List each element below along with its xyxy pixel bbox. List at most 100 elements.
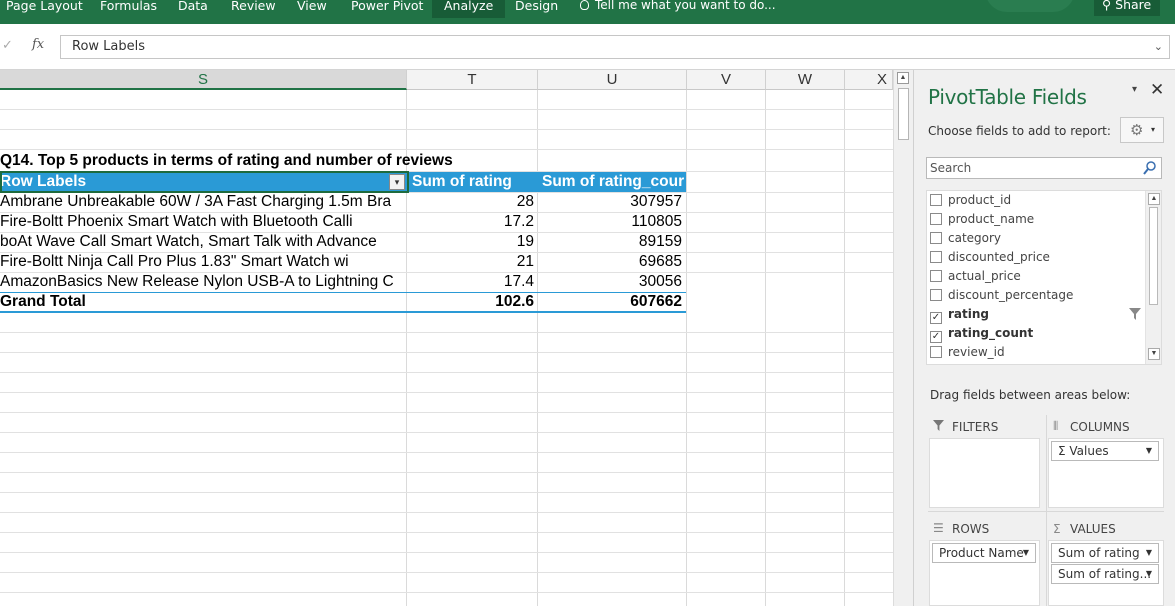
close-icon[interactable]: ✕ [1150,80,1164,100]
field-item-rating[interactable]: ✓ rating [930,305,989,324]
checkbox-checked[interactable]: ✓ [930,312,942,324]
tab-data[interactable]: Data [178,0,208,18]
row-divider [0,412,893,413]
field-item-discount-percentage[interactable]: discount_percentage [930,286,1073,304]
share-label: Share [1115,0,1152,12]
grand-total-label[interactable]: Grand Total [0,292,400,312]
vertical-scrollbar[interactable]: ▲ [893,70,913,606]
pivot-row-count[interactable]: 30056 [539,272,682,292]
share-button[interactable]: ⚲ Share [1094,0,1160,16]
field-label: product_id [948,193,1012,207]
field-item-category[interactable]: category [930,229,1001,247]
field-list-scrollbar[interactable]: ▲ ▼ [1145,191,1161,364]
pane-options-icon[interactable]: ▾ [1132,84,1137,95]
pivot-row-count[interactable]: 110805 [539,212,682,232]
lightbulb-icon [580,0,589,10]
rows-area-label: ROWS [952,522,990,536]
tell-me-box[interactable]: Tell me what you want to do... [580,0,776,11]
area-divider [1046,415,1047,606]
formula-input[interactable]: Row Labels ⌄ [60,35,1170,59]
checkbox[interactable] [930,346,942,358]
checkbox[interactable] [930,251,942,263]
field-item-product-name[interactable]: product_name [930,210,1034,228]
pane-title: PivotTable Fields [928,85,1087,109]
scroll-down-icon[interactable]: ▼ [1148,348,1160,360]
tab-review[interactable]: Review [231,0,276,18]
chevron-down-icon[interactable]: ▼ [1146,565,1152,583]
pivot-header-sum-rating-count[interactable]: Sum of rating_cour [542,172,686,192]
chevron-down-icon[interactable]: ▼ [1146,544,1152,562]
field-item-discounted-price[interactable]: discounted_price [930,248,1050,266]
chip-label: Sum of rating... [1058,567,1152,581]
values-area-label: VALUES [1070,522,1116,536]
field-label: category [948,231,1002,245]
checkbox-checked[interactable]: ✓ [930,331,942,343]
scroll-thumb[interactable] [1149,207,1158,305]
pivot-row-count[interactable]: 89159 [539,232,682,252]
field-item-review-id[interactable]: review_id [930,343,1005,361]
search-placeholder: Search [930,161,972,175]
chevron-down-icon[interactable]: ▼ [1146,442,1152,460]
row-divider [0,149,893,150]
columns-item-values[interactable]: Σ Values ▼ [1051,441,1159,461]
field-search-input[interactable]: Search [926,157,1162,179]
pivot-row-rating[interactable]: 21 [408,252,534,272]
cancel-icon[interactable]: ✓ [2,37,13,53]
pivot-row-label[interactable]: Fire-Boltt Phoenix Smart Watch with Blue… [0,212,400,232]
pivot-row-rating[interactable]: 17.2 [408,212,534,232]
column-header-s[interactable]: S [0,70,407,90]
pivot-row-rating[interactable]: 17.4 [408,272,534,292]
field-item-product-id[interactable]: product_id [930,191,1011,209]
column-header-w[interactable]: W [766,70,845,90]
column-header-u[interactable]: U [538,70,687,90]
choose-fields-label: Choose fields to add to report: [928,124,1111,138]
scroll-up-icon[interactable]: ▲ [897,72,909,84]
tab-power-pivot[interactable]: Power Pivot [351,0,423,18]
checkbox[interactable] [930,213,942,225]
function-icon[interactable]: fx [32,37,44,52]
chevron-down-icon[interactable]: ▼ [1023,544,1029,562]
pivot-row-rating[interactable]: 19 [408,232,534,252]
formula-value: Row Labels [72,39,146,54]
grand-total-count[interactable]: 607662 [539,292,682,312]
pivot-row-label[interactable]: Ambrane Unbreakable 60W / 3A Fast Chargi… [0,192,400,212]
tools-button[interactable]: ⚙ ▾ [1120,117,1164,143]
pivot-row-label[interactable]: Fire-Boltt Ninja Call Pro Plus 1.83" Sma… [0,252,400,272]
grand-total-rating[interactable]: 102.6 [408,292,534,312]
chevron-down-icon[interactable]: ⌄ [1154,36,1163,58]
rows-item-product-name[interactable]: Product Name ▼ [932,543,1036,563]
values-item-sum-rating-count[interactable]: Sum of rating... ▼ [1051,564,1159,584]
column-divider [765,90,766,606]
pivot-row-label[interactable]: boAt Wave Call Smart Watch, Smart Talk w… [0,232,400,252]
column-divider [686,90,687,606]
field-item-actual-price[interactable]: actual_price [930,267,1021,285]
values-item-sum-rating[interactable]: Sum of rating ▼ [1051,543,1159,563]
scroll-up-icon[interactable]: ▲ [1148,193,1160,205]
tab-formulas[interactable]: Formulas [100,0,157,18]
pivot-header-sum-rating[interactable]: Sum of rating [412,172,536,192]
pivot-row-count[interactable]: 69685 [539,252,682,272]
filters-drop-zone[interactable] [929,438,1040,508]
field-label: discounted_price [948,250,1050,264]
pivot-row-rating[interactable]: 28 [408,192,534,212]
field-item-rating-count[interactable]: ✓ rating_count [930,324,1033,343]
tab-view[interactable]: View [297,0,327,18]
funnel-icon[interactable] [1129,308,1141,320]
checkbox[interactable] [930,289,942,301]
pivot-row-count[interactable]: 307957 [539,192,682,212]
field-list[interactable]: product_id product_name category discoun… [926,190,1162,365]
checkbox[interactable] [930,194,942,206]
worksheet-grid[interactable]: S T U V W X Q14. Top 5 products in terms… [0,70,893,606]
tab-page-layout[interactable]: Page Layout [6,0,83,18]
tab-analyze[interactable]: Analyze [432,0,506,18]
column-header-x[interactable]: X [845,70,893,90]
column-header-t[interactable]: T [407,70,538,90]
checkbox[interactable] [930,270,942,282]
tab-design[interactable]: Design [515,0,558,18]
scroll-thumb[interactable] [898,88,909,140]
checkbox[interactable] [930,232,942,244]
pivot-row-label[interactable]: AmazonBasics New Release Nylon USB-A to … [0,272,400,292]
chevron-down-icon: ▾ [1151,125,1156,134]
column-header-v[interactable]: V [687,70,766,90]
pivot-title: Q14. Top 5 products in terms of rating a… [0,152,453,169]
